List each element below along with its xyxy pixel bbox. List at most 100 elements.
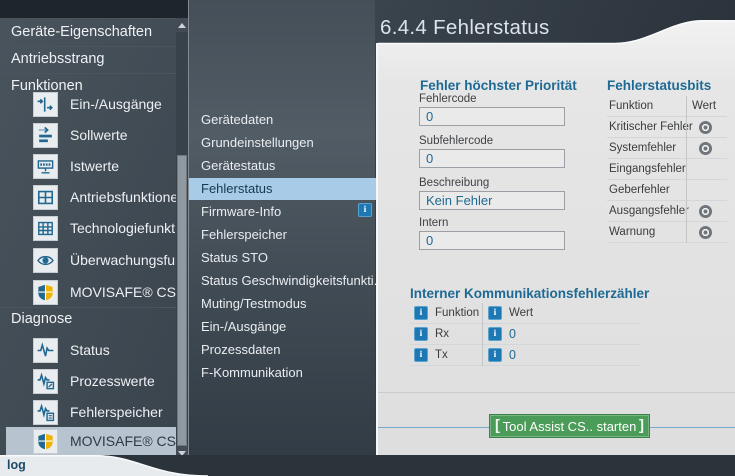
field-label-subfehlercode: Subfehlercode [419, 135, 493, 147]
section-heading-fault-priority: Fehler höchster Priorität [420, 78, 577, 93]
fault-memory-icon[interactable] [33, 400, 58, 425]
status-indicator-icon [699, 121, 712, 134]
menu-item-prozessdaten[interactable]: Prozessdaten [189, 339, 376, 361]
menu-item-status-sto[interactable]: Status STO [189, 247, 376, 269]
table-row: i Rx i 0 [410, 324, 641, 345]
tx-label: Tx [435, 349, 448, 361]
process-values-icon[interactable] [33, 369, 58, 394]
table-column-divider [686, 96, 687, 243]
menu-item-firmware-info[interactable]: Firmware-Info [189, 201, 376, 223]
table-column-divider [482, 303, 483, 366]
statusbit-label: Geberfehler [609, 184, 670, 196]
field-label-beschreibung: Beschreibung [419, 177, 489, 189]
sidebar: Geräte-Eigenschaften Antriebsstrang Funk… [0, 0, 176, 455]
table-row: Systemfehler [607, 138, 727, 159]
movisafe-shield-icon [33, 429, 58, 454]
sidebar-item-antriebsfunktionen[interactable]: Antriebsfunktionen [70, 189, 186, 205]
intern-field[interactable]: 0 [419, 231, 565, 250]
footer-wedge [0, 455, 210, 476]
menu-item-geraetedaten[interactable]: Gerätedaten [189, 109, 376, 131]
table-row: i Tx i 0 [410, 345, 641, 366]
subfehlercode-field[interactable]: 0 [419, 149, 565, 168]
sidebar-scrollbar[interactable] [176, 18, 188, 460]
technology-functions-icon[interactable] [33, 216, 58, 241]
info-badge-icon[interactable]: i [358, 203, 372, 217]
sidebar-item-prozesswerte[interactable]: Prozesswerte [70, 373, 155, 389]
button-label: Tool Assist CS.. starten [503, 419, 637, 434]
menu-item-fehlerstatus-selected[interactable]: Fehlerstatus [189, 178, 376, 200]
sidebar-item-status[interactable]: Status [70, 342, 110, 358]
menu-item-ein-ausgaenge[interactable]: Ein-/Ausgänge [189, 316, 376, 338]
divider [0, 73, 176, 74]
statusbit-label: Kritischer Fehler [609, 121, 693, 133]
beschreibung-field[interactable]: Kein Fehler [419, 191, 565, 210]
page-title: 6.4.4 Fehlerstatus [380, 16, 550, 40]
scrollbar-thumb[interactable] [177, 155, 187, 446]
table-row: Ausgangsfehler [607, 201, 727, 222]
setpoints-icon[interactable] [33, 123, 58, 148]
tx-value: 0 [509, 348, 516, 362]
sidebar-item-istwerte[interactable]: Istwerte [70, 158, 119, 174]
status-pulse-icon[interactable] [33, 338, 58, 363]
menu-item-grundeinstellungen[interactable]: Grundeinstellungen [189, 132, 376, 154]
sidebar-item-fehlerspeicher[interactable]: Fehlerspeicher [70, 404, 163, 420]
statusbit-label: Warnung [609, 226, 655, 238]
fehlercode-field[interactable]: 0 [419, 107, 565, 126]
column-header-funktion: Funktion [609, 100, 653, 112]
tool-assist-start-button[interactable]: [ Tool Assist CS.. starten ] [489, 414, 650, 438]
menu-item-status-geschwindigkeitsfunktionen[interactable]: Status Geschwindigkeitsfunkti... [189, 270, 376, 292]
sidebar-item-sollwerte[interactable]: Sollwerte [70, 127, 128, 143]
table-row: Eingangsfehler [607, 159, 727, 180]
status-indicator-icon [699, 205, 712, 218]
movisafe-shield-icon[interactable] [33, 280, 58, 305]
sidebar-item-geraete-eigenschaften[interactable]: Geräte-Eigenschaften [11, 24, 152, 40]
drive-functions-icon[interactable] [33, 185, 58, 210]
column-header-wert: Wert [692, 100, 716, 112]
status-indicator-icon [699, 226, 712, 239]
sidebar-item-movisafe-cs-selected[interactable]: MOVISAFE® CS.. [6, 427, 176, 455]
info-badge-icon[interactable]: i [488, 348, 502, 362]
submenu-panel: Gerätedaten Grundeinstellungen Gerätesta… [188, 0, 375, 476]
table-row: Kritischer Fehler [607, 117, 727, 138]
column-header-wert: Wert [509, 307, 533, 319]
field-label-fehlercode: Fehlercode [419, 93, 477, 105]
statusbit-label: Eingangsfehler [609, 163, 686, 175]
divider [0, 18, 176, 19]
info-badge-icon[interactable]: i [414, 348, 428, 362]
menu-item-fehlerspeicher[interactable]: Fehlerspeicher [189, 224, 376, 246]
menu-item-geraetestatus[interactable]: Gerätestatus [189, 155, 376, 177]
bracket-right-icon: ] [639, 416, 644, 436]
statusbit-label: Ausgangsfehler [609, 205, 689, 217]
info-badge-icon[interactable]: i [488, 327, 502, 341]
panel-divider [378, 392, 735, 393]
info-badge-icon[interactable]: i [414, 327, 428, 341]
sidebar-item-label: MOVISAFE® CS.. [70, 433, 184, 449]
field-label-intern: Intern [419, 217, 448, 229]
status-indicator-icon [699, 142, 712, 155]
sidebar-item-ein-ausgaenge[interactable]: Ein-/Ausgänge [70, 96, 162, 112]
log-tab[interactable]: log [7, 458, 26, 472]
application-window: Geräte-Eigenschaften Antriebsstrang Funk… [0, 0, 735, 476]
bracket-left-icon: [ [495, 416, 500, 436]
sidebar-item-movisafe-cs[interactable]: MOVISAFE® CS.. [70, 284, 184, 300]
info-badge-icon[interactable]: i [414, 306, 428, 320]
scroll-up-button[interactable] [176, 18, 188, 32]
info-badge-icon[interactable]: i [488, 306, 502, 320]
table-header-row: Funktion Wert [607, 96, 727, 117]
table-header-row: i Funktion i Wert [410, 303, 641, 324]
table-row: Geberfehler [607, 180, 727, 201]
panel-left-edge [376, 43, 378, 455]
rx-label: Rx [435, 328, 449, 340]
divider [0, 46, 176, 47]
section-heading-comm-counters: Interner Kommunikationsfehlerzähler [410, 286, 649, 301]
sidebar-section-diagnose: Diagnose [11, 311, 72, 327]
actual-values-icon[interactable] [33, 154, 58, 179]
arrow-up-icon [178, 23, 186, 28]
monitoring-functions-icon[interactable] [33, 248, 58, 273]
menu-item-muting-testmodus[interactable]: Muting/Testmodus [189, 293, 376, 315]
menu-item-f-kommunikation[interactable]: F-Kommunikation [189, 362, 376, 384]
statusbit-label: Systemfehler [609, 142, 676, 154]
inputs-outputs-icon[interactable] [33, 92, 58, 117]
sidebar-item-antriebsstrang[interactable]: Antriebsstrang [11, 51, 105, 67]
table-row: Warnung [607, 222, 727, 243]
